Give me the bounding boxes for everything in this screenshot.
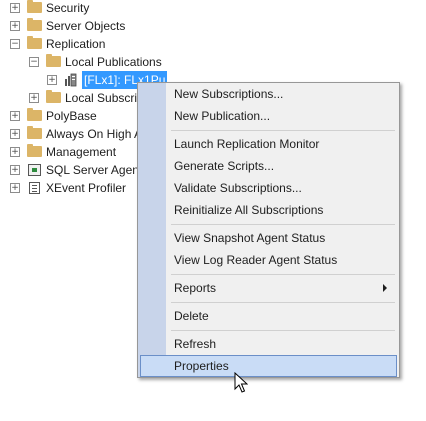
tree-node-label: SQL Server Agent — [46, 163, 143, 177]
expand-icon[interactable]: + — [10, 111, 20, 121]
menu-item-launch-replication-monitor[interactable]: Launch Replication Monitor — [140, 133, 397, 155]
menu-item-label: Launch Replication Monitor — [174, 137, 320, 151]
menu-item-refresh[interactable]: Refresh — [140, 333, 397, 355]
menu-item-view-log-reader-agent-status[interactable]: View Log Reader Agent Status — [140, 249, 397, 271]
menu-item-label: View Snapshot Agent Status — [174, 231, 326, 245]
expand-icon[interactable]: + — [29, 93, 39, 103]
expand-icon[interactable]: + — [10, 3, 20, 13]
expand-icon[interactable]: + — [10, 129, 20, 139]
menu-item-generate-scripts[interactable]: Generate Scripts... — [140, 155, 397, 177]
publication-icon — [65, 73, 77, 87]
menu-item-label: Properties — [174, 359, 229, 373]
menu-item-new-publication[interactable]: New Publication... — [140, 105, 397, 127]
folder-icon — [27, 36, 42, 49]
tree-node-label: XEvent Profiler — [46, 181, 127, 195]
menu-item-delete[interactable]: Delete — [140, 305, 397, 327]
folder-icon — [27, 18, 42, 31]
xevent-icon — [29, 182, 40, 194]
tree-node-label: PolyBase — [46, 109, 97, 123]
tree-node-label: Replication — [46, 37, 106, 51]
expand-icon[interactable]: + — [10, 165, 20, 175]
folder-icon — [27, 126, 42, 139]
expand-icon[interactable]: + — [47, 75, 57, 85]
menu-item-label: Reports — [174, 281, 217, 295]
menu-separator — [171, 224, 395, 225]
folder-icon — [46, 54, 61, 67]
folder-icon — [27, 108, 42, 121]
expand-icon[interactable]: + — [10, 147, 20, 157]
folder-icon — [27, 0, 42, 13]
menu-item-label: Refresh — [174, 337, 217, 351]
tree-node-label: Local Subscrip — [65, 91, 144, 105]
menu-item-label: Delete — [174, 309, 209, 323]
tree-node-label: Always On High A — [46, 127, 143, 141]
menu-separator — [171, 302, 395, 303]
folder-icon — [27, 144, 42, 157]
menu-item-label: View Log Reader Agent Status — [174, 253, 338, 267]
tree-node-label: Server Objects — [46, 19, 126, 33]
menu-item-validate-subscriptions[interactable]: Validate Subscriptions... — [140, 177, 397, 199]
menu-separator — [171, 274, 395, 275]
collapse-icon[interactable]: − — [29, 57, 39, 67]
folder-icon — [46, 90, 61, 103]
expand-icon[interactable]: + — [10, 21, 20, 31]
menu-item-label: New Subscriptions... — [174, 87, 284, 101]
context-menu: New Subscriptions... New Publication... … — [137, 82, 400, 378]
menu-item-label: Generate Scripts... — [174, 159, 275, 173]
mouse-pointer-icon — [234, 372, 248, 393]
menu-item-view-snapshot-agent-status[interactable]: View Snapshot Agent Status — [140, 227, 397, 249]
menu-item-properties[interactable]: Properties — [140, 355, 397, 377]
menu-item-new-subscriptions[interactable]: New Subscriptions... — [140, 83, 397, 105]
tree-node-label: Management — [46, 145, 117, 159]
tree-node-label: Local Publications — [65, 55, 162, 69]
menu-item-reports[interactable]: Reports — [140, 277, 397, 299]
menu-separator — [171, 130, 395, 131]
menu-item-reinitialize-subscriptions[interactable]: Reinitialize All Subscriptions — [140, 199, 397, 221]
menu-item-label: New Publication... — [174, 109, 271, 123]
sql-agent-icon — [28, 164, 41, 176]
menu-separator — [171, 330, 395, 331]
submenu-arrow-icon — [383, 284, 387, 292]
collapse-icon[interactable]: − — [10, 39, 20, 49]
menu-item-label: Validate Subscriptions... — [174, 181, 302, 195]
tree-node-label: Security — [46, 1, 90, 15]
expand-icon[interactable]: + — [10, 183, 20, 193]
menu-item-label: Reinitialize All Subscriptions — [174, 203, 324, 217]
